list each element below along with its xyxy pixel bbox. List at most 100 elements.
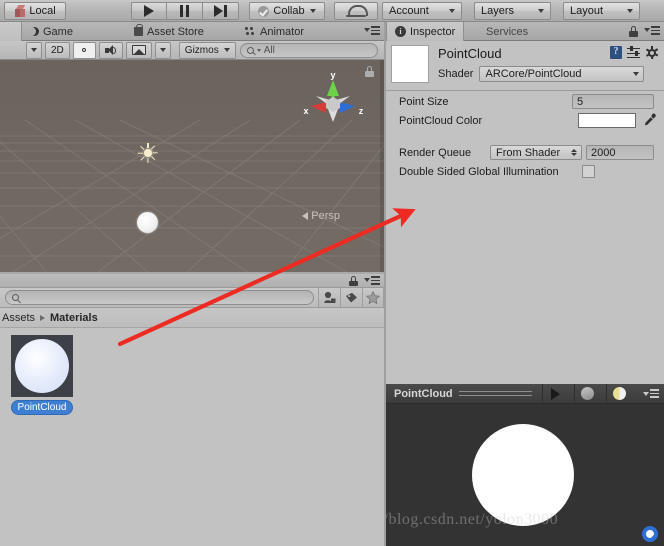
inspector-panel-menu-button[interactable]	[644, 26, 660, 35]
sun-icon	[79, 45, 90, 56]
render-queue-value-input[interactable]: 2000	[586, 145, 654, 160]
chevron-down-icon	[256, 48, 261, 52]
pivot-rotation-local-button[interactable]: Local	[4, 2, 66, 20]
svg-text:x: x	[303, 106, 308, 116]
chevron-down-icon	[644, 28, 650, 33]
scene-panel-menu-button[interactable]	[364, 26, 380, 35]
camera-projection-label[interactable]: Persp	[302, 210, 340, 222]
cloud-services-button[interactable]	[334, 2, 378, 20]
pause-button[interactable]	[167, 2, 203, 20]
help-book-icon[interactable]	[610, 46, 622, 59]
scene-effects-toggle[interactable]	[125, 41, 152, 59]
shader-label: Shader	[438, 68, 474, 80]
search-icon	[246, 46, 254, 54]
scene-lighting-toggle[interactable]	[72, 41, 96, 59]
image-icon	[131, 45, 146, 55]
moon-icon	[30, 27, 39, 36]
shading-mode-dropdown[interactable]	[26, 41, 42, 59]
preset-icon[interactable]	[627, 46, 640, 59]
preview-drag-handle[interactable]	[458, 391, 532, 396]
layers-button[interactable]: Layers	[474, 2, 551, 20]
cloud-icon	[346, 4, 368, 17]
scene-effects-dropdown[interactable]	[154, 41, 171, 59]
property-row-render-queue: Render Queue From Shader 2000	[386, 143, 664, 162]
play-icon	[144, 5, 154, 17]
scene-search-input[interactable]: All	[239, 42, 378, 58]
watermark-text: https://blog.csdn.net/yolon3000	[386, 511, 559, 528]
render-queue-label: Render Queue	[399, 146, 472, 159]
preview-play-button[interactable]	[542, 384, 568, 403]
scene-axis-gizmo[interactable]: y x z	[300, 70, 366, 134]
point-size-input[interactable]: 5	[572, 94, 654, 109]
directional-light-gizmo[interactable]	[137, 143, 158, 163]
double-sided-gi-checkbox[interactable]	[582, 165, 595, 178]
preview-options-button[interactable]	[638, 384, 664, 403]
tab-inspector[interactable]: i Inspector	[386, 22, 465, 41]
breadcrumb-assets[interactable]: Assets	[2, 312, 35, 324]
preview-lighting-button[interactable]	[606, 384, 632, 403]
shader-dropdown[interactable]: ARCore/PointCloud	[479, 66, 645, 82]
scene-view-panel: Game Asset Store Animator 2D Gizmos All …	[0, 22, 384, 274]
filter-by-label-button[interactable]	[340, 288, 362, 307]
account-button[interactable]: Account	[382, 2, 462, 20]
collab-button[interactable]: Collab	[249, 2, 325, 20]
material-preview-title: PointCloud	[394, 387, 453, 400]
render-queue-dropdown[interactable]: From Shader	[490, 145, 582, 160]
tab-asset-store[interactable]: Asset Store	[126, 22, 212, 41]
project-lock-icon[interactable]	[349, 276, 358, 286]
gizmos-dropdown[interactable]: Gizmos	[178, 41, 236, 59]
sphere-shape-icon	[581, 387, 594, 400]
tab-game[interactable]: Game	[22, 22, 81, 41]
render-queue-mode: From Shader	[496, 146, 561, 159]
left-arrow-icon	[302, 212, 309, 220]
create-asset-icon	[324, 291, 336, 303]
scene-viewport[interactable]: Persp y x z	[0, 60, 384, 274]
tab-animator[interactable]: Animator	[237, 22, 312, 41]
lighting-toggle-icon	[613, 387, 626, 400]
inspector-header-icons	[610, 46, 658, 59]
play-button[interactable]	[131, 2, 167, 20]
project-search-input[interactable]	[5, 290, 314, 305]
point-size-value: 5	[577, 95, 584, 108]
chevron-down-icon	[627, 9, 633, 13]
project-panel-menu-button[interactable]	[364, 276, 380, 285]
tab-scene-partial[interactable]	[0, 22, 22, 41]
step-button[interactable]	[203, 2, 239, 20]
info-icon: i	[395, 26, 406, 37]
inspector-lock-icon[interactable]	[629, 26, 638, 37]
preview-shape-button[interactable]	[574, 384, 600, 403]
property-row-pointcloud-color: PointCloud Color	[386, 111, 664, 130]
svg-text:y: y	[330, 70, 335, 80]
chevron-down-icon	[364, 28, 370, 33]
material-preview-titlebar: PointCloud	[386, 384, 664, 404]
chevron-down-icon	[633, 72, 640, 76]
pointcloud-color-swatch[interactable]	[578, 113, 636, 128]
asset-thumbnail	[11, 335, 73, 397]
gizmos-label: Gizmos	[184, 44, 219, 56]
asset-grid[interactable]: PointCloud	[0, 328, 384, 546]
scene-audio-toggle[interactable]	[98, 41, 123, 59]
filter-by-type-button[interactable]	[318, 288, 340, 307]
sphere-object[interactable]	[137, 212, 158, 233]
csdn-logo-icon	[642, 526, 658, 542]
favorite-star-icon	[366, 291, 380, 304]
eyedropper-icon[interactable]	[643, 113, 657, 127]
tab-services[interactable]: Services	[478, 22, 536, 41]
chevron-down-icon	[159, 48, 166, 52]
toggle-2d-button[interactable]: 2D	[45, 41, 70, 59]
gear-icon[interactable]	[645, 46, 658, 59]
scene-lock-icon[interactable]	[365, 66, 374, 77]
playback-controls	[131, 2, 239, 20]
layers-label: Layers	[481, 5, 515, 17]
stepper-icon	[571, 149, 577, 156]
project-panel-titlebar	[0, 274, 384, 288]
material-preview-canvas[interactable]: https://blog.csdn.net/yolon3000	[386, 404, 664, 546]
persp-label: Persp	[311, 210, 340, 222]
favorites-button[interactable]	[362, 288, 384, 307]
tab-inspector-label: Inspector	[410, 25, 456, 38]
asset-item-pointcloud[interactable]: PointCloud	[11, 335, 73, 415]
breadcrumb-materials[interactable]: Materials	[50, 312, 98, 324]
layout-button[interactable]: Layout	[563, 2, 640, 20]
speaker-icon	[104, 44, 117, 56]
chevron-down-icon	[449, 9, 455, 13]
